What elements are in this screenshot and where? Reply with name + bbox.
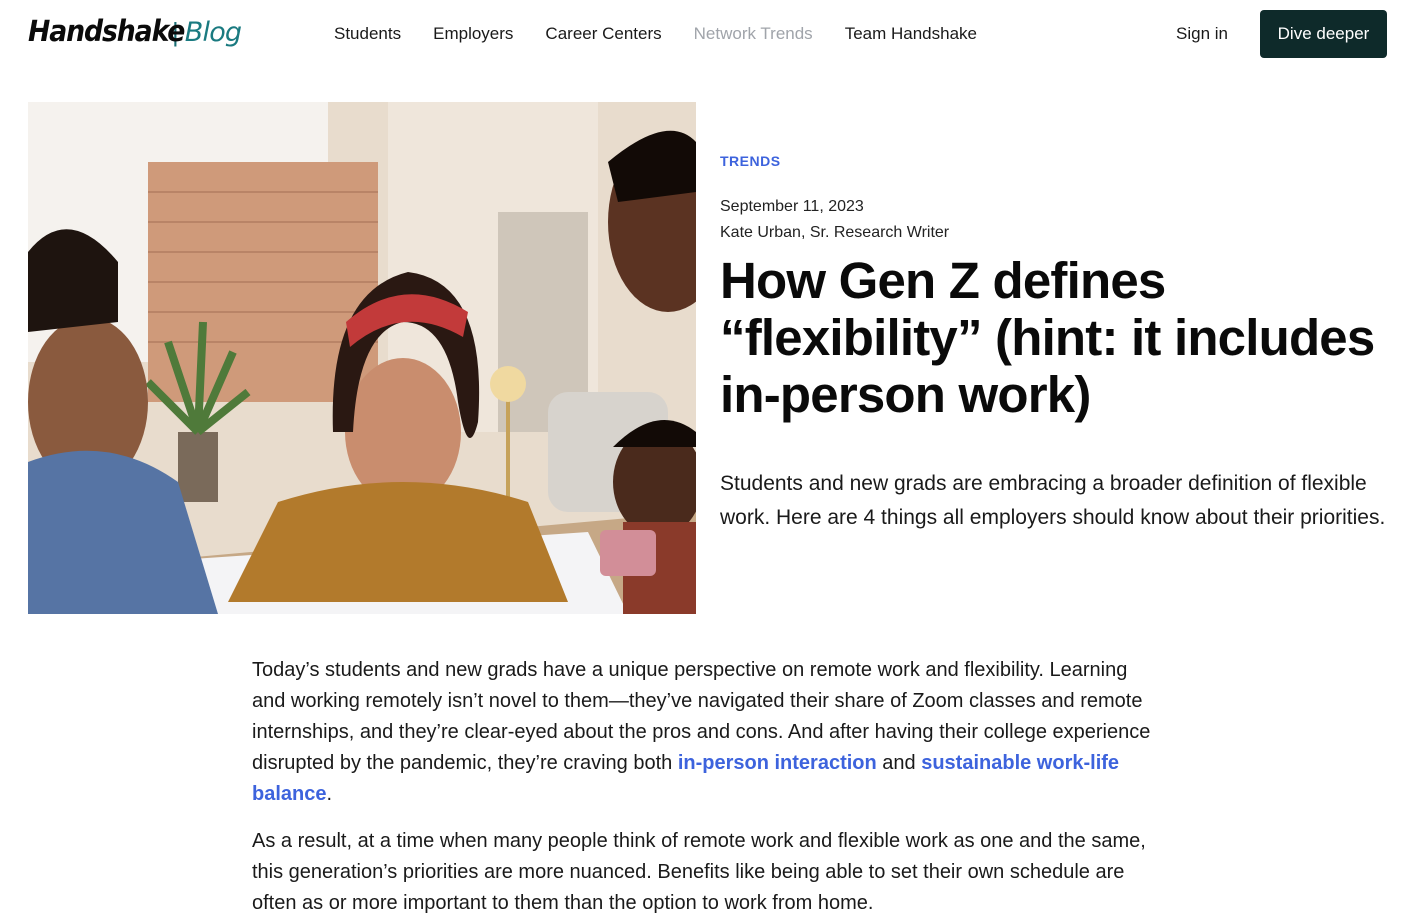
article-summary: Students and new grads are embracing a b… [720,472,1386,529]
nav-students[interactable]: Students [334,24,401,44]
author-byline: Kate Urban, Sr. Research Writer [720,224,950,241]
nav-employers[interactable]: Employers [433,24,513,44]
site-logo[interactable]: Handshake | Blog [28,14,242,54]
sign-in-link[interactable]: Sign in [1176,24,1228,44]
logo-blog: Blog [184,17,242,48]
hero-photo [28,102,696,614]
publish-date: September 11, 2023 [720,198,864,215]
article-title: How Gen Z defines “flexibility” (hint: i… [720,252,1375,423]
hero-image [28,102,696,614]
article-body: Today’s students and new grads have a un… [252,655,1152,922]
link-in-person-interaction[interactable]: in-person interaction [678,752,877,774]
paragraph-1-text-b: and [876,752,922,774]
main-nav: Students Employers Career Centers Networ… [334,24,1009,44]
nav-team-handshake[interactable]: Team Handshake [845,24,977,44]
logo-handshake: Handshake [28,14,185,48]
category-tag[interactable]: TRENDS [720,153,1390,169]
site-header: Handshake | Blog Students Employers Care… [0,0,1412,70]
article-meta: TRENDS September 11, 2023 Kate Urban, Sr… [720,153,1390,242]
paragraph-1: Today’s students and new grads have a un… [252,655,1152,810]
nav-network-trends[interactable]: Network Trends [694,24,813,44]
dive-deeper-button[interactable]: Dive deeper [1260,10,1387,58]
paragraph-2: As a result, at a time when many people … [252,830,1146,914]
nav-career-centers[interactable]: Career Centers [545,24,661,44]
paragraph-1-text-c: . [326,783,333,805]
